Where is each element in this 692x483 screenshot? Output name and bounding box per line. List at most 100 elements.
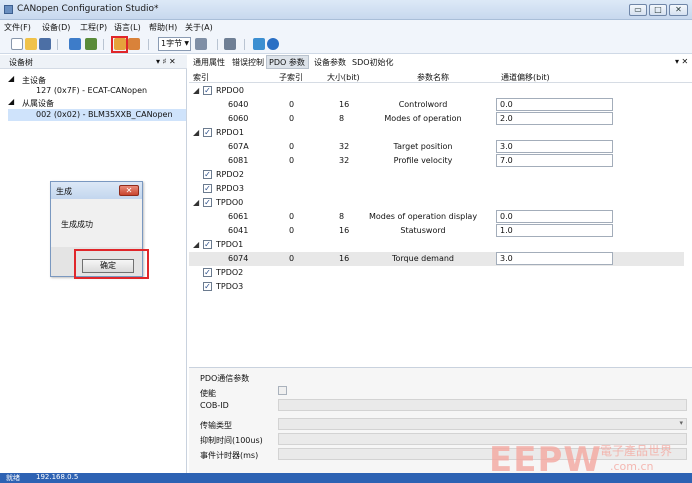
close-window-button[interactable]: ✕ (669, 4, 688, 16)
checkbox-icon[interactable]: ✓ (203, 198, 212, 207)
expand-master-icon[interactable]: ◢ (8, 74, 14, 83)
entry-offset-field[interactable]: 3.0 (496, 252, 613, 265)
checkbox-icon[interactable]: ✓ (203, 184, 212, 193)
checkbox-icon[interactable]: ✓ (203, 170, 212, 179)
pdo-entry-row[interactable]: 6061 0 8 Modes of operation display 0.0 (189, 210, 684, 224)
menu-language[interactable]: 语言(L) (114, 22, 141, 33)
menu-file[interactable]: 文件(F) (4, 22, 31, 33)
device-config-icon[interactable] (85, 38, 97, 50)
dialog-close-button[interactable]: ✕ (119, 185, 139, 196)
checkbox-icon[interactable]: ✓ (203, 86, 212, 95)
menu-project[interactable]: 工程(P) (80, 22, 107, 33)
expand-slave-icon[interactable]: ◢ (8, 97, 14, 106)
menu-device[interactable]: 设备(D) (42, 22, 70, 33)
entry-size: 32 (339, 142, 350, 151)
expand-toggle-icon[interactable]: ◢ (193, 198, 199, 207)
properties-panel: 通用属性 错误控制 PDO 参数 设备参数 SDO初始化 ▾ ✕ 索引 子索引 … (189, 55, 692, 473)
cobid-field[interactable] (278, 399, 687, 411)
pdo-group-row[interactable]: ◢ ✓ TPDO0 (189, 196, 684, 210)
new-file-icon[interactable] (11, 38, 23, 50)
minimize-button[interactable]: ▭ (629, 4, 647, 16)
pdo-entry-row[interactable]: 6040 0 16 Controlword 0.0 (189, 98, 684, 112)
pdo-group-row[interactable]: ✓ TPDO3 (189, 280, 684, 294)
pdo-group-label: RPDO3 (216, 184, 244, 193)
open-folder-icon[interactable] (25, 38, 37, 50)
export-icon[interactable] (128, 38, 140, 50)
scrollbar[interactable] (686, 70, 692, 370)
chevron-down-icon: ▾ (679, 419, 683, 427)
event-timer-label: 事件计时器(ms) (200, 451, 259, 460)
entry-offset-field[interactable]: 1.0 (496, 224, 613, 237)
settings-gear-icon[interactable] (224, 38, 236, 50)
pen-icon[interactable] (195, 38, 207, 50)
tab-sdo-init[interactable]: SDO初始化 (352, 57, 394, 68)
checkbox-icon[interactable]: ✓ (203, 128, 212, 137)
checkbox-icon[interactable]: ✓ (203, 240, 212, 249)
transmission-type-select[interactable]: ▾ (278, 418, 687, 430)
enable-checkbox[interactable] (278, 386, 287, 395)
entry-index: 6040 (228, 100, 249, 109)
generate-highlight-box (111, 36, 128, 53)
tree-slave-node[interactable]: 002 (0x02) - BLM35XXB_CANopen (36, 110, 173, 119)
checkbox-icon[interactable]: ✓ (203, 268, 212, 277)
entry-size: 8 (339, 212, 345, 221)
menu-help[interactable]: 帮助(H) (149, 22, 177, 33)
col-offset: 通道偏移(bit) (501, 73, 550, 82)
pdo-group-row[interactable]: ◢ ✓ RPDO1 (189, 126, 684, 140)
maximize-button[interactable]: □ (649, 4, 667, 16)
pdo-table-header: 索引 子索引 大小(bit) 参数名称 通道偏移(bit) (189, 70, 692, 83)
pdo-entry-row[interactable]: 6081 0 32 Profile velocity 7.0 (189, 154, 684, 168)
save-icon[interactable] (39, 38, 51, 50)
pdo-group-row[interactable]: ✓ RPDO2 (189, 168, 684, 182)
byte-size-select[interactable]: 1字节 ▼ (158, 37, 191, 51)
network-icon[interactable] (69, 38, 81, 50)
document-icon[interactable] (253, 38, 265, 50)
entry-index: 6041 (228, 226, 249, 235)
expand-toggle-icon[interactable]: ◢ (193, 128, 199, 137)
tab-error-control[interactable]: 错误控制 (232, 57, 264, 68)
expand-toggle-icon[interactable]: ◢ (193, 86, 199, 95)
panel-pin-icons[interactable]: ▾ ♯ ✕ (156, 57, 176, 66)
pdo-group-row[interactable]: ◢ ✓ RPDO0 (189, 84, 684, 98)
pdo-entry-row[interactable]: 607A 0 32 Target position 3.0 (189, 140, 684, 154)
pdo-entry-row[interactable]: 6041 0 16 Statusword 1.0 (189, 224, 684, 238)
tab-general[interactable]: 通用属性 (193, 57, 225, 68)
entry-subindex: 0 (289, 142, 295, 151)
entry-param-name: Target position (393, 142, 453, 151)
checkbox-icon[interactable]: ✓ (203, 282, 212, 291)
entry-param-name: Controlword (398, 100, 448, 109)
tree-master-label[interactable]: 主设备 (22, 75, 46, 86)
entry-offset-field[interactable]: 0.0 (496, 210, 613, 223)
device-tree-title: 设备树 (9, 58, 33, 67)
entry-size: 8 (339, 114, 345, 123)
menu-about[interactable]: 关于(A) (185, 22, 213, 33)
status-bar: 就绪 192.168.0.5 (0, 473, 692, 483)
entry-subindex: 0 (289, 114, 295, 123)
entry-size: 16 (339, 226, 350, 235)
col-subindex: 子索引 (279, 73, 303, 82)
entry-offset-field[interactable]: 2.0 (496, 112, 613, 125)
entry-offset-field[interactable]: 0.0 (496, 98, 613, 111)
entry-offset-field[interactable]: 7.0 (496, 154, 613, 167)
pdo-group-label: TPDO3 (216, 282, 244, 291)
entry-offset-field[interactable]: 3.0 (496, 140, 613, 153)
pdo-group-row[interactable]: ◢ ✓ TPDO1 (189, 238, 684, 252)
chevron-down-icon: ▼ (184, 40, 189, 47)
pdo-group-label: RPDO1 (216, 128, 244, 137)
pdo-entry-row[interactable]: 6060 0 8 Modes of operation 2.0 (189, 112, 684, 126)
entry-param-name: Modes of operation display (368, 212, 478, 221)
entry-param-name: Torque demand (391, 254, 455, 263)
status-ip: 192.168.0.5 (36, 473, 79, 481)
info-icon[interactable] (267, 38, 279, 50)
pdo-entry-row[interactable]: 6074 0 16 Torque demand 3.0 (189, 252, 684, 266)
tree-slave-label[interactable]: 从属设备 (22, 98, 54, 109)
tree-master-node[interactable]: 127 (0x7F) - ECAT-CANopen (36, 86, 147, 95)
tab-device-params[interactable]: 设备参数 (314, 57, 346, 68)
expand-toggle-icon[interactable]: ◢ (193, 240, 199, 249)
tabs-menu-icons[interactable]: ▾ ✕ (675, 57, 688, 66)
entry-size: 32 (339, 156, 350, 165)
pdo-group-row[interactable]: ✓ TPDO2 (189, 266, 684, 280)
tab-pdo-params[interactable]: PDO 参数 (269, 57, 305, 68)
watermark-slogan: 電子產品世界 (600, 444, 673, 458)
pdo-group-row[interactable]: ✓ RPDO3 (189, 182, 684, 196)
